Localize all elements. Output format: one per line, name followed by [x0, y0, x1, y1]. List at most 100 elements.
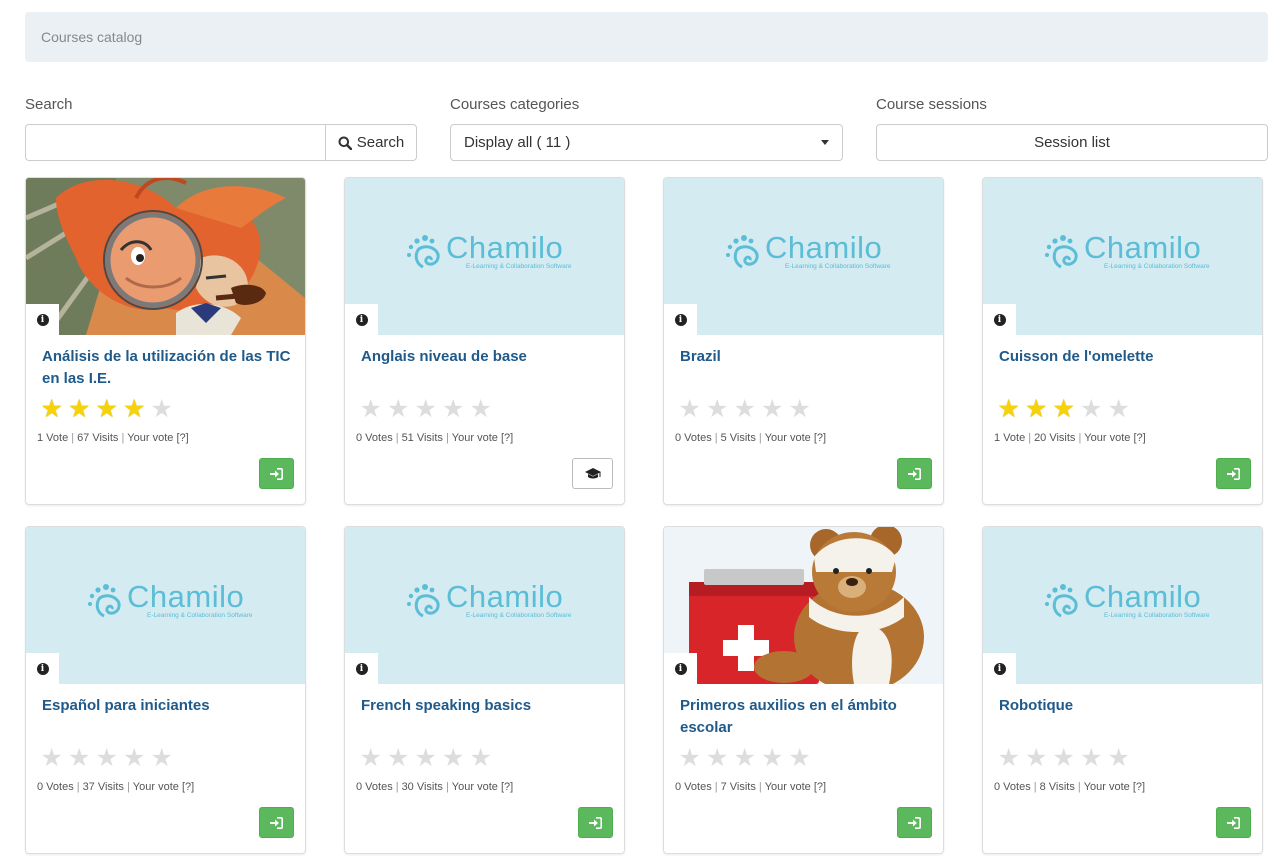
star-icon[interactable]: ★ — [358, 745, 384, 771]
course-thumbnail[interactable]: Chamilo E-Learning & Collaboration Softwa… — [664, 178, 943, 335]
separator: | — [714, 781, 718, 793]
vote-help-link[interactable]: [?] — [501, 781, 513, 793]
star-icon[interactable]: ★ — [787, 745, 813, 771]
search-group: Search — [25, 124, 417, 161]
course-title[interactable]: French speaking basics — [361, 695, 611, 717]
star-icon[interactable]: ★ — [441, 396, 467, 422]
course-thumbnail[interactable]: Chamilo E-Learning & Collaboration Softwa… — [345, 527, 624, 684]
course-info-button[interactable]: i — [345, 304, 378, 335]
star-icon[interactable]: ★ — [468, 745, 494, 771]
course-title[interactable]: Robotique — [999, 695, 1249, 717]
search-button[interactable]: Search — [325, 124, 417, 161]
star-icon[interactable]: ★ — [1024, 396, 1050, 422]
star-icon[interactable]: ★ — [705, 396, 731, 422]
chameleon-icon — [1045, 584, 1078, 618]
star-icon[interactable]: ★ — [67, 396, 93, 422]
course-thumbnail[interactable]: Chamilo E-Learning & Collaboration Softwa… — [983, 178, 1262, 335]
course-info-button[interactable]: i — [983, 653, 1016, 684]
course-stats: 1 Vote | 67 Visits | Your vote [?] — [37, 432, 189, 444]
star-icon[interactable]: ★ — [149, 396, 175, 422]
star-icon[interactable]: ★ — [94, 396, 120, 422]
star-icon[interactable]: ★ — [1024, 745, 1050, 771]
vote-help-link[interactable]: [?] — [1133, 432, 1145, 444]
separator: | — [758, 432, 762, 444]
star-icon[interactable]: ★ — [732, 396, 758, 422]
enter-course-button[interactable] — [578, 807, 613, 838]
course-card: i Primeros auxilios en el ámbito escolar ★… — [663, 526, 944, 854]
course-title[interactable]: Primeros auxilios en el ámbito escolar — [680, 695, 930, 739]
star-icon[interactable]: ★ — [760, 745, 786, 771]
star-icon[interactable]: ★ — [122, 745, 148, 771]
vote-help-link[interactable]: [?] — [814, 432, 826, 444]
star-icon[interactable]: ★ — [996, 745, 1022, 771]
course-info-button[interactable]: i — [983, 304, 1016, 335]
course-title[interactable]: Cuisson de l'omelette — [999, 346, 1249, 368]
course-info-button[interactable]: i — [345, 653, 378, 684]
star-icon[interactable]: ★ — [1106, 745, 1132, 771]
categories-select[interactable]: Display all ( 11 ) — [450, 124, 843, 161]
enter-course-button[interactable] — [259, 458, 294, 489]
rating-stars: ★ ★ ★ ★ ★ — [996, 745, 1132, 771]
course-title[interactable]: Anglais niveau de base — [361, 346, 611, 368]
vote-help-link[interactable]: [?] — [501, 432, 513, 444]
star-icon[interactable]: ★ — [677, 745, 703, 771]
star-icon[interactable]: ★ — [732, 745, 758, 771]
star-icon[interactable]: ★ — [787, 396, 813, 422]
course-info-button[interactable]: i — [664, 653, 697, 684]
vote-help-link[interactable]: [?] — [176, 432, 188, 444]
star-icon[interactable]: ★ — [1051, 396, 1077, 422]
star-icon[interactable]: ★ — [705, 745, 731, 771]
star-icon[interactable]: ★ — [358, 396, 384, 422]
star-icon[interactable]: ★ — [386, 745, 412, 771]
star-icon[interactable]: ★ — [386, 396, 412, 422]
star-icon[interactable]: ★ — [996, 396, 1022, 422]
caret-down-icon — [821, 140, 829, 145]
rating-stars: ★ ★ ★ ★ ★ — [677, 745, 813, 771]
course-info-button[interactable]: i — [26, 304, 59, 335]
enter-course-button[interactable] — [1216, 807, 1251, 838]
star-icon[interactable]: ★ — [1106, 396, 1132, 422]
star-icon[interactable]: ★ — [441, 745, 467, 771]
logo-name: Chamilo — [1084, 230, 1202, 265]
chamilo-logo: Chamilo E-Learning & Collaboration Softwa… — [1043, 230, 1210, 271]
star-icon[interactable]: ★ — [413, 745, 439, 771]
course-thumbnail[interactable]: Chamilo E-Learning & Collaboration Softwa… — [345, 178, 624, 335]
star-icon[interactable]: ★ — [94, 745, 120, 771]
star-icon[interactable]: ★ — [413, 396, 439, 422]
star-icon[interactable]: ★ — [468, 396, 494, 422]
course-title[interactable]: Español para iniciantes — [42, 695, 292, 717]
star-icon[interactable]: ★ — [1051, 745, 1077, 771]
course-title[interactable]: Brazil — [680, 346, 930, 368]
star-icon[interactable]: ★ — [760, 396, 786, 422]
course-thumbnail[interactable] — [26, 178, 305, 335]
sign-in-icon — [908, 467, 921, 480]
star-icon[interactable]: ★ — [122, 396, 148, 422]
session-list-button[interactable]: Session list — [876, 124, 1268, 161]
course-thumbnail[interactable] — [664, 527, 943, 684]
star-icon[interactable]: ★ — [1079, 396, 1105, 422]
course-info-button[interactable]: i — [26, 653, 59, 684]
star-icon[interactable]: ★ — [1079, 745, 1105, 771]
star-icon[interactable]: ★ — [39, 396, 65, 422]
enter-course-button[interactable] — [259, 807, 294, 838]
vote-help-link[interactable]: [?] — [814, 781, 826, 793]
enter-course-button[interactable] — [1216, 458, 1251, 489]
course-info-button[interactable]: i — [664, 304, 697, 335]
course-title[interactable]: Análisis de la utilización de las TIC en… — [42, 346, 292, 390]
star-icon[interactable]: ★ — [39, 745, 65, 771]
visits-count: 7 Visits — [720, 781, 756, 793]
course-thumbnail[interactable]: Chamilo E-Learning & Collaboration Softwa… — [26, 527, 305, 684]
vote-help-link[interactable]: [?] — [1133, 781, 1145, 793]
star-icon[interactable]: ★ — [67, 745, 93, 771]
enter-course-button[interactable] — [897, 807, 932, 838]
course-thumbnail[interactable]: Chamilo E-Learning & Collaboration Softwa… — [983, 527, 1262, 684]
search-input[interactable] — [25, 124, 325, 161]
separator: | — [758, 781, 762, 793]
logo-name: Chamilo — [1084, 579, 1202, 614]
star-icon[interactable]: ★ — [677, 396, 703, 422]
enter-course-button[interactable] — [897, 458, 932, 489]
subscribe-button[interactable] — [572, 458, 613, 489]
star-icon[interactable]: ★ — [149, 745, 175, 771]
vote-help-link[interactable]: [?] — [182, 781, 194, 793]
separator: | — [1077, 781, 1081, 793]
